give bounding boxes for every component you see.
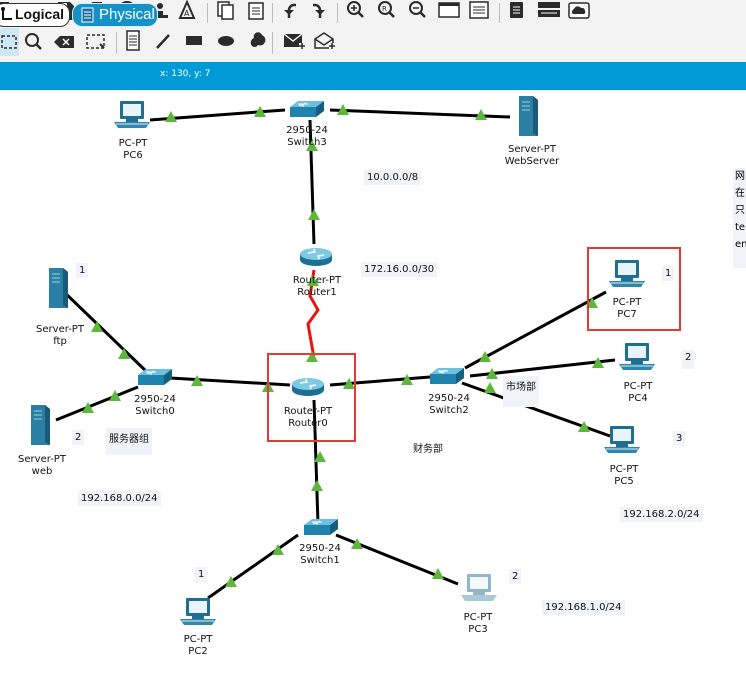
- side-note-line: en: [735, 239, 746, 250]
- zoom-reset-icon[interactable]: R: [378, 1, 395, 18]
- cursor-coordinates: x: 130, y: 7: [160, 69, 211, 79]
- tab-logical-label: Logical: [15, 6, 65, 22]
- server-device-icon[interactable]: [538, 2, 560, 17]
- highlight-pc7: [587, 247, 681, 331]
- draw-rectangle-icon[interactable]: [186, 36, 202, 45]
- svg-text:R: R: [382, 5, 387, 13]
- port-indicators: [82, 104, 604, 587]
- pc2-label: PC-PT PC2: [183, 634, 213, 657]
- side-note-line: 在: [735, 188, 745, 199]
- copy-icon[interactable]: [217, 1, 234, 20]
- web-device[interactable]: [30, 404, 51, 446]
- side-note-line: tel: [735, 222, 746, 233]
- switch1-device[interactable]: [303, 518, 339, 536]
- note-server-group[interactable]: 服务器组: [106, 428, 152, 455]
- undo-icon[interactable]: [284, 3, 296, 18]
- freeform-icon[interactable]: [250, 32, 266, 47]
- note-num-pc2[interactable]: 1: [195, 567, 208, 582]
- note-finance[interactable]: 财务部: [410, 438, 446, 457]
- note-net-10[interactable]: 10.0.0.0/8: [364, 170, 422, 185]
- note-num-ftp[interactable]: 1: [76, 263, 89, 278]
- svg-text:A: A: [184, 9, 190, 18]
- custom-devices-icon[interactable]: [469, 1, 489, 19]
- physical-icon: [81, 7, 94, 23]
- delete-icon[interactable]: [54, 36, 74, 48]
- pc5-device[interactable]: [603, 425, 641, 454]
- cloud-icon[interactable]: [568, 2, 590, 19]
- draw-line-icon[interactable]: [156, 34, 170, 49]
- note-net-192-0[interactable]: 192.168.0.0/24: [78, 491, 161, 506]
- draw-ellipse-icon[interactable]: [218, 36, 234, 46]
- logical-icon: [1, 7, 12, 20]
- pc6-device[interactable]: [113, 100, 151, 129]
- pc3-label: PC-PT PC3: [463, 612, 493, 635]
- switch0-label: 2950-24 Switch0: [134, 394, 176, 417]
- switch1-label: 2950-24 Switch1: [299, 543, 341, 566]
- pc5-label: PC-PT PC5: [609, 464, 639, 487]
- note-num-pc4[interactable]: 2: [682, 350, 695, 369]
- note-num-web[interactable]: 2: [72, 430, 85, 445]
- zoom-in-icon[interactable]: [347, 1, 364, 18]
- note-market[interactable]: 市场部: [503, 376, 539, 407]
- inspect-icon[interactable]: [25, 33, 42, 50]
- link-web-switch0: [55, 385, 139, 422]
- pc4-label: PC-PT PC4: [623, 381, 653, 404]
- resize-icon[interactable]: [86, 34, 105, 49]
- tab-logical[interactable]: Logical: [0, 3, 70, 27]
- router1-label: Router-PT Router1: [292, 275, 342, 298]
- activity-wizard-icon[interactable]: A: [178, 0, 196, 19]
- add-simple-pdu-icon[interactable]: [283, 33, 305, 49]
- workspace-tabbar: [0, 62, 746, 90]
- ftp-label: Server-PT ftp: [36, 324, 84, 347]
- router1-device[interactable]: [299, 247, 333, 267]
- paste-icon[interactable]: [248, 2, 264, 20]
- tab-physical-label: Physical: [99, 6, 155, 23]
- cluster-icon[interactable]: [510, 2, 523, 18]
- logical-workspace[interactable]: PC-PT PC6 2950-24 Switch3 Server-PT WebServ…: [0, 90, 746, 674]
- side-note-line: 网: [735, 171, 745, 182]
- link-switch1-pc2: [207, 533, 299, 600]
- edit-toolbar: [0, 26, 746, 63]
- webserver-label: Server-PT WebServer: [504, 144, 560, 167]
- note-net-172[interactable]: 172.16.0.0/30: [361, 262, 438, 277]
- redo-icon[interactable]: [313, 3, 325, 18]
- switch0-device[interactable]: [137, 368, 173, 386]
- switch2-device[interactable]: [429, 367, 465, 385]
- pc3-device[interactable]: [461, 574, 497, 601]
- switch3-label: 2950-24 Switch3: [286, 125, 328, 148]
- pc6-label: PC-PT PC6: [118, 138, 148, 161]
- note-num-pc3[interactable]: 2: [509, 569, 522, 584]
- note-icon[interactable]: [126, 30, 140, 51]
- highlight-router0: [267, 353, 356, 442]
- note-net-192-2[interactable]: 192.168.2.0/24: [620, 507, 703, 522]
- note-net-192-1[interactable]: 192.168.1.0/24: [542, 600, 625, 615]
- pc2-device[interactable]: [179, 597, 217, 626]
- drawing-palette-icon[interactable]: [438, 2, 460, 18]
- tab-physical[interactable]: Physical: [72, 3, 158, 27]
- webserver-device[interactable]: [518, 95, 539, 137]
- add-complex-pdu-icon[interactable]: [314, 32, 335, 49]
- pc4-device[interactable]: [618, 342, 656, 371]
- web-label: Server-PT web: [18, 454, 66, 477]
- side-note-truncated[interactable]: 网 在 只 tel en: [733, 168, 746, 268]
- zoom-out-icon[interactable]: [409, 1, 426, 18]
- note-num-pc5[interactable]: 3: [673, 431, 686, 446]
- switch2-label: 2950-24 Switch2: [428, 393, 470, 416]
- side-note-line: 只: [735, 205, 745, 216]
- select-icon[interactable]: [0, 28, 19, 56]
- ftp-device[interactable]: [48, 267, 69, 309]
- switch3-device[interactable]: [289, 100, 325, 118]
